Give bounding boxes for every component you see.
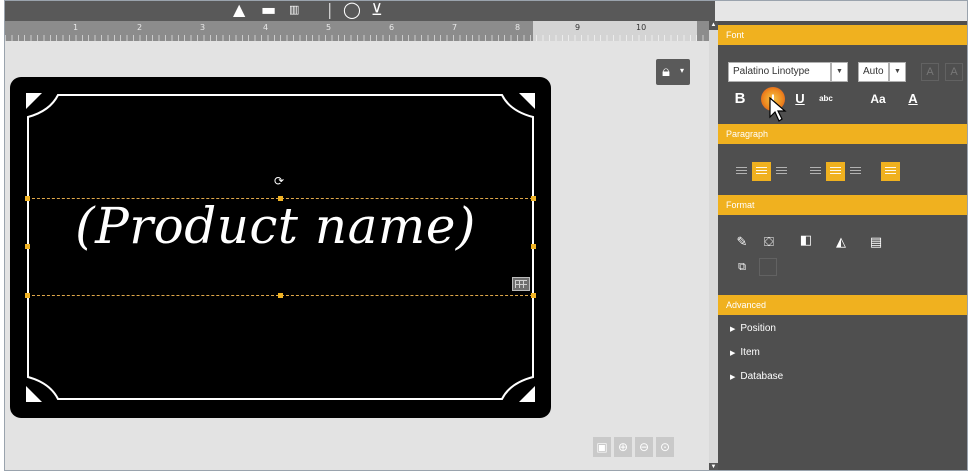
ruler-label: 2 [137,23,143,32]
align-right-button[interactable] [846,162,865,181]
ungroup-icon[interactable] [759,258,777,276]
data-source-icon[interactable] [512,277,530,291]
ruler-label: 4 [263,23,269,32]
designer-window: ▲ ▬ ▥ | ◯ ⊻ 1 2 3 4 5 6 7 8 9 10 🔒︎ ▾ (P… [4,0,968,471]
corner-ornament [26,386,42,402]
underline-button[interactable]: U [792,89,808,109]
text-effect-icon[interactable]: ◭ [831,233,851,253]
align-left-button[interactable] [806,162,825,181]
align-middle-button[interactable] [752,162,771,181]
change-case-button[interactable]: Aa [866,89,890,109]
font-color-button[interactable]: A [902,89,924,109]
resize-handle[interactable] [531,293,536,298]
lock-icon: 🔒︎ [662,62,670,80]
grow-font-icon[interactable]: A [921,63,939,81]
zoom-in-icon[interactable]: ⊕ [614,437,632,457]
insert-toolbar: ▲ ▬ ▥ | ◯ ⊻ [5,1,715,21]
advanced-section-header[interactable]: Advanced [718,295,967,315]
resize-handle[interactable] [25,196,30,201]
ruler-label: 9 [575,23,581,32]
shape-tool-icon[interactable]: ◯ [343,1,361,19]
ruler-label: 5 [326,23,332,32]
selection-box[interactable] [27,198,533,296]
arrange-icon[interactable]: ▤ [866,233,886,253]
image-tool-icon[interactable]: ▬ [261,1,276,19]
fill-bucket-icon[interactable]: ⛋ [759,233,779,253]
chevron-down-icon: ▾ [680,66,685,75]
bold-button[interactable]: B [730,89,750,109]
advanced-item-item[interactable]: ▶ Item [730,347,760,358]
advanced-item-label: Item [740,347,760,358]
expand-icon: ▶ [730,326,736,333]
corner-ornament [519,93,535,109]
resize-handle[interactable] [25,244,30,249]
resize-handle[interactable] [278,196,283,201]
toolbar-divider: | [327,0,333,19]
design-canvas[interactable]: 🔒︎ ▾ (Product name) ⟳ ▣ ⊕ ⊖ ⊙ [5,41,709,470]
zoom-reset-icon[interactable]: ⊙ [656,437,674,457]
align-top-button[interactable] [732,162,751,181]
format-section-header[interactable]: Format [718,195,967,215]
ruler-label: 3 [200,23,206,32]
advanced-item-database[interactable]: ▶ Database [730,371,783,382]
ruler-label: 8 [515,23,521,32]
variable-tool-icon[interactable]: ⊻ [371,1,383,19]
ruler-label: 1 [73,23,79,32]
group-icon[interactable]: ⧉ [732,257,752,277]
ruler-label: 6 [389,23,395,32]
advanced-item-label: Database [740,371,784,382]
advanced-item-label: Position [740,323,776,334]
mouse-cursor-icon [769,97,787,122]
ruler-label: 7 [452,23,458,32]
border-style-icon[interactable]: ◧ [796,231,816,251]
vertical-scrollbar[interactable]: ▲ ▼ [709,21,718,470]
ruler-label: 10 [636,23,647,32]
paragraph-section-header[interactable]: Paragraph [718,124,967,144]
paint-brush-icon[interactable]: ✎ [732,233,752,253]
chevron-down-icon[interactable]: ▼ [831,62,848,82]
scroll-down-icon[interactable]: ▼ [709,463,718,470]
properties-panel: Font Palatino Linotype ▼ Auto ▼ A A B I … [718,21,967,470]
scroll-up-icon[interactable]: ▲ [709,21,718,30]
corner-ornament [519,386,535,402]
corner-ornament [26,93,42,109]
resize-handle[interactable] [278,293,283,298]
expand-icon: ▶ [730,350,736,357]
shrink-font-icon[interactable]: A [945,63,963,81]
align-center-button[interactable] [826,162,845,181]
resize-handle[interactable] [531,196,536,201]
text-tool-icon[interactable]: ▲ [233,1,245,19]
align-bottom-button[interactable] [772,162,791,181]
horizontal-ruler: 1 2 3 4 5 6 7 8 9 10 [5,21,709,41]
zoom-out-icon[interactable]: ⊖ [635,437,653,457]
expand-icon: ▶ [730,374,736,381]
chevron-down-icon[interactable]: ▼ [889,62,906,82]
font-family-select[interactable]: Palatino Linotype [728,62,831,82]
rotate-handle-icon[interactable]: ⟳ [272,174,286,188]
resize-handle[interactable] [25,293,30,298]
justify-button[interactable] [881,162,900,181]
resize-handle[interactable] [531,244,536,249]
font-section-header[interactable]: Font [718,25,967,45]
font-size-select[interactable]: Auto [858,62,889,82]
advanced-item-position[interactable]: ▶ Position [730,323,776,334]
strikethrough-button[interactable]: abc [814,89,838,109]
barcode-tool-icon[interactable]: ▥ [289,1,299,19]
lock-button[interactable]: 🔒︎ ▾ [656,59,690,85]
zoom-fit-icon[interactable]: ▣ [593,437,611,457]
